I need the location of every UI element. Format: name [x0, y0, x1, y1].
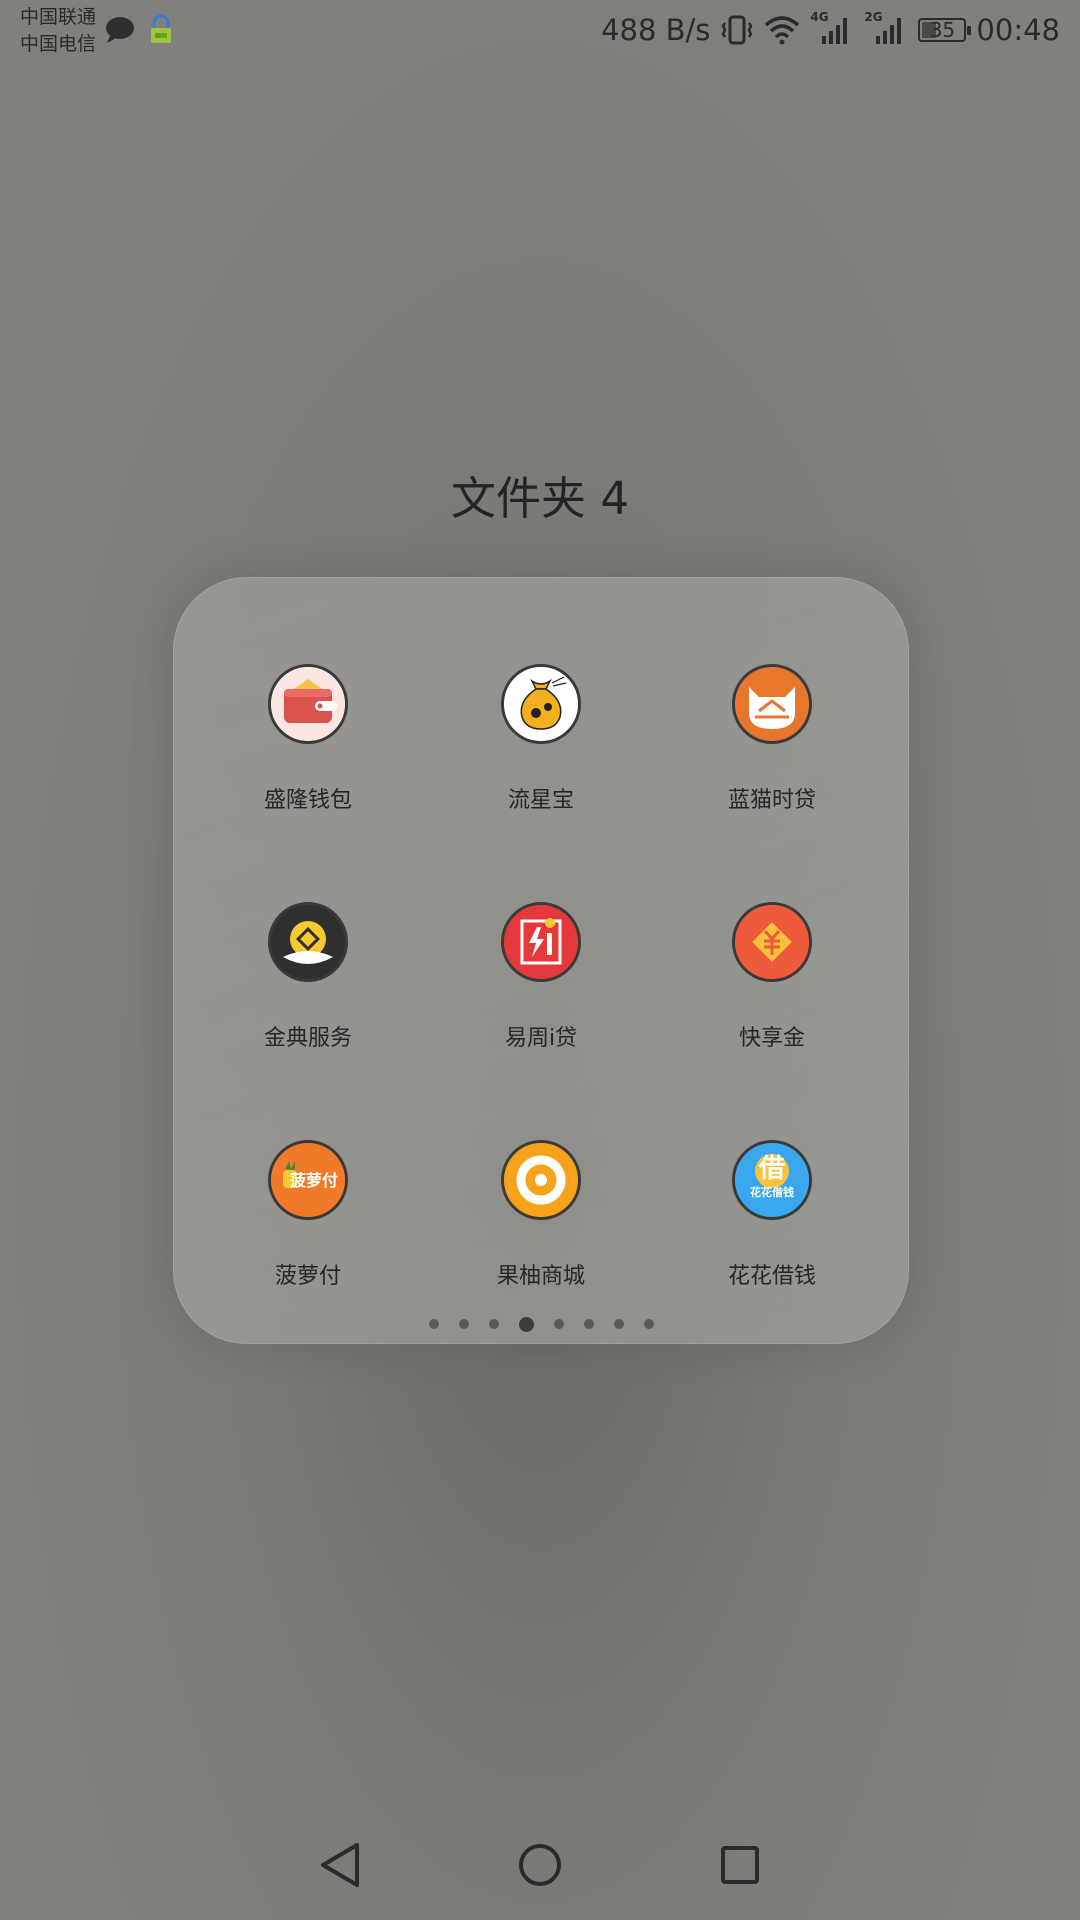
- page-dot-active[interactable]: [518, 1316, 534, 1332]
- app-shenglong-wallet[interactable]: 盛隆钱包: [193, 664, 423, 844]
- navigation-bar: [0, 1820, 1080, 1910]
- signal-2g-icon: 2G: [864, 10, 908, 46]
- carrier-info: 中国联通 中国电信: [20, 4, 96, 58]
- coin-icon: [268, 902, 348, 982]
- page-dot[interactable]: [428, 1319, 439, 1329]
- app-liuxingbao[interactable]: 流星宝: [426, 664, 656, 844]
- page-dot[interactable]: [613, 1319, 624, 1329]
- app-lanmao-shidai[interactable]: 蓝猫时贷: [657, 664, 887, 844]
- app-guoyou-mall[interactable]: 果柚商城: [426, 1140, 656, 1320]
- back-button[interactable]: [300, 1820, 380, 1910]
- app-yizhou-idai[interactable]: 易周i贷: [426, 902, 656, 1082]
- cat-icon: [732, 664, 812, 744]
- app-label: 盛隆钱包: [263, 788, 352, 813]
- home-button[interactable]: [500, 1820, 580, 1910]
- notification-icons: [104, 14, 176, 50]
- app-jindian-service[interactable]: 金典服务: [193, 902, 423, 1082]
- carrier-2: 中国电信: [20, 33, 97, 55]
- app-label: 花花借钱: [727, 1264, 816, 1289]
- lock-icon: [146, 14, 176, 50]
- battery-level: 35: [929, 18, 956, 42]
- lightning-icon: [501, 902, 581, 982]
- recents-square-icon: [721, 1846, 759, 1884]
- signal-4g-icon: 4G: [810, 10, 854, 46]
- net-speed: 488 B/s: [601, 13, 711, 47]
- recents-button[interactable]: [700, 1820, 780, 1910]
- status-indicators: 488 B/s 4G 2G 35 00:48: [601, 10, 1060, 50]
- app-kuaixiangjin[interactable]: 快享金: [657, 902, 887, 1082]
- app-label: 流星宝: [507, 788, 574, 813]
- status-bar: 中国联通 中国电信 488 B/s 4G 2G 35 00:48: [0, 0, 1080, 62]
- page-dot[interactable]: [488, 1319, 499, 1329]
- page-dot[interactable]: [643, 1319, 654, 1329]
- battery-icon: 35: [918, 18, 972, 42]
- page-dot[interactable]: [553, 1319, 564, 1329]
- chat-bubble-icon: [104, 16, 136, 48]
- carrier-1: 中国联通: [20, 6, 97, 28]
- app-label: 金典服务: [263, 1026, 352, 1051]
- back-triangle-icon: [321, 1843, 359, 1887]
- folder-panel: 盛隆钱包 流星宝 蓝猫时贷 金典服务 易周i贷 快享金 菠萝付 菠萝付 果柚商城…: [173, 577, 909, 1344]
- yuan-icon: [732, 902, 812, 982]
- wifi-icon: [764, 15, 800, 45]
- borrow-subtext: 花花借钱: [750, 1186, 794, 1199]
- money-bag-icon: [501, 664, 581, 744]
- page-dot[interactable]: [583, 1319, 594, 1329]
- app-label: 快享金: [738, 1026, 805, 1051]
- wallet-icon: [268, 664, 348, 744]
- app-huahua-jieqian[interactable]: 借 花花借钱 花花借钱: [657, 1140, 887, 1320]
- app-label: 菠萝付: [274, 1264, 341, 1289]
- page-dot[interactable]: [458, 1319, 469, 1329]
- app-label: 果柚商城: [496, 1264, 585, 1289]
- app-boluofu[interactable]: 菠萝付 菠萝付: [193, 1140, 423, 1320]
- app-label: 蓝猫时贷: [727, 788, 816, 813]
- borrow-char: 借: [758, 1154, 785, 1184]
- clock: 00:48: [976, 13, 1060, 47]
- home-circle-icon: [519, 1844, 561, 1886]
- page-indicator[interactable]: [174, 1316, 908, 1332]
- ring-icon: [501, 1140, 581, 1220]
- pineapple-pay-icon: 菠萝付: [268, 1140, 348, 1220]
- app-label: 易周i贷: [504, 1026, 578, 1051]
- pineapple-pay-text: 菠萝付: [289, 1171, 338, 1190]
- folder-title[interactable]: 文件夹 4: [0, 462, 1080, 527]
- vibrate-icon: [720, 14, 754, 46]
- borrow-icon: 借 花花借钱: [732, 1140, 812, 1220]
